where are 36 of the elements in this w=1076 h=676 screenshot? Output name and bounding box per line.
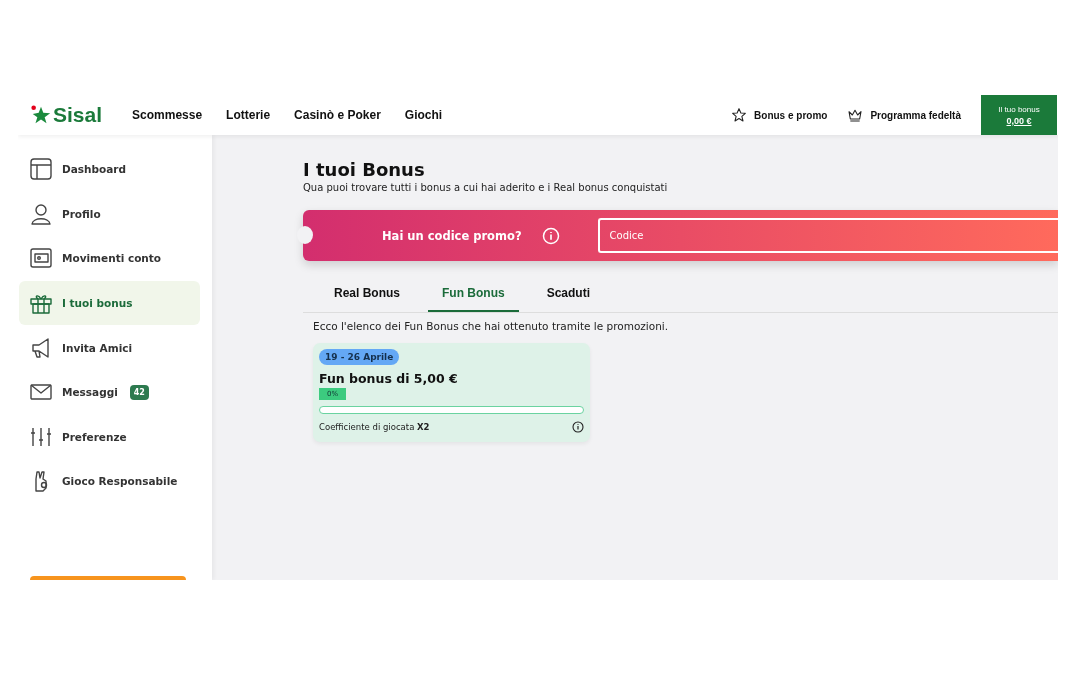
- description-text: Ecco l'elenco dei Fun Bonus che hai ottenuto tramite le promozioni.: [313, 320, 670, 332]
- nav-link[interactable]: Lotterie: [226, 108, 271, 122]
- header-link[interactable]: Programma fedeltà: [847, 107, 961, 123]
- coefficient-text: Coefficiente di giocata X2: [319, 422, 430, 432]
- nav-link[interactable]: Casinò e Poker: [294, 108, 381, 122]
- unread-count-badge: 42: [129, 384, 149, 400]
- star-logo-icon: [30, 104, 52, 126]
- sidebar-item[interactable]: Preferenze: [19, 414, 200, 460]
- logo[interactable]: Sisal: [30, 103, 103, 127]
- sidebar-item[interactable]: Gioco Responsabile: [19, 459, 200, 504]
- logo-text: Sisal: [53, 103, 103, 127]
- crown-icon: [847, 107, 864, 123]
- sidebar-item[interactable]: I tuoi bonus: [19, 280, 200, 326]
- info-icon[interactable]: [572, 421, 584, 433]
- nav-link[interactable]: Giochi: [404, 108, 443, 122]
- tab[interactable]: Real Bonus: [320, 285, 414, 312]
- page-subtitle: Qua puoi trovare tutti i bonus a cui hai aderito e i Real bonus conquistati: [303, 182, 669, 193]
- sidebar-item[interactable]: Profilo: [19, 191, 200, 237]
- header-link[interactable]: Bonus e promo: [731, 107, 828, 123]
- tab[interactable]: Scaduti: [532, 285, 604, 312]
- bonus-title: Fun bonus di 5,00 €: [319, 371, 458, 386]
- bonus-balance-button[interactable]: Il tuo bonus 0,00 €: [981, 95, 1058, 135]
- sidebar-item[interactable]: Messaggi 42: [19, 369, 200, 415]
- sidebar-item[interactable]: Dashboard: [19, 147, 200, 192]
- wallet-icon: [29, 246, 53, 271]
- sidebar-item[interactable]: Invita Amici: [19, 325, 200, 370]
- page-title: I tuoi Bonus: [303, 159, 426, 180]
- tab[interactable]: Fun Bonus: [428, 285, 519, 312]
- star-icon: [731, 107, 748, 123]
- sidebar-item[interactable]: Movimenti conto: [19, 236, 200, 281]
- layout-icon: [29, 157, 53, 182]
- date-badge: 19 - 26 Aprile: [319, 349, 400, 365]
- promo-label: Hai un codice promo?: [382, 228, 522, 243]
- promo-code-field[interactable]: Codice: [597, 218, 1058, 253]
- nav-link[interactable]: Scommesse: [132, 108, 203, 122]
- user-icon: [29, 201, 53, 226]
